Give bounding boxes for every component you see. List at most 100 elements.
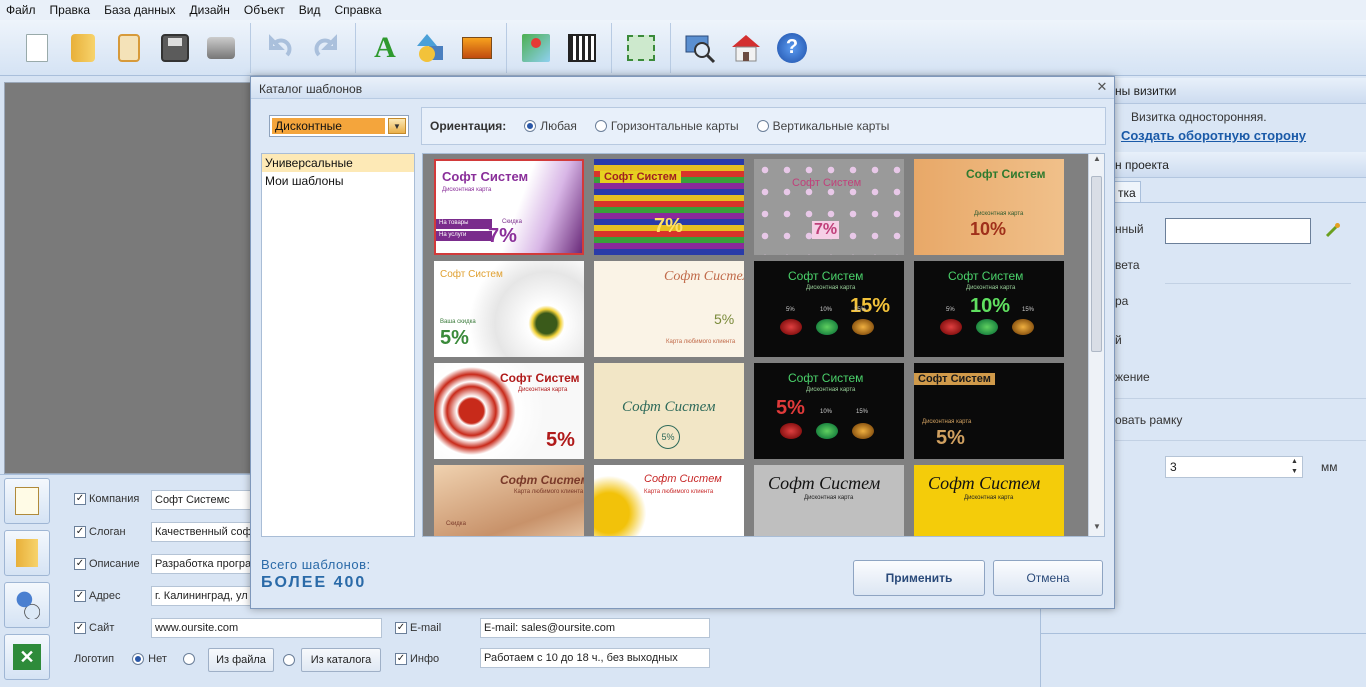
orientation-any[interactable]: Любая — [524, 119, 577, 133]
add-map-button[interactable] — [513, 26, 559, 70]
edit-data-button[interactable] — [4, 478, 50, 524]
category-select[interactable]: Дисконтные ▼ — [269, 115, 409, 137]
orientation-vertical[interactable]: Вертикальные карты — [756, 119, 889, 133]
print-button[interactable] — [198, 26, 244, 70]
menu-object[interactable]: Объект — [244, 3, 285, 17]
card-label: 15% — [854, 307, 867, 313]
card-label: 10% — [820, 307, 833, 313]
chevron-down-icon[interactable]: ▼ — [388, 118, 406, 134]
add-shape-button[interactable] — [408, 26, 454, 70]
scrollbar-thumb[interactable] — [1091, 176, 1102, 352]
gallery-scrollbar[interactable]: ▲ ▼ — [1088, 154, 1104, 536]
menu-edit[interactable]: Правка — [50, 3, 91, 17]
site-field[interactable]: www.oursite.com — [151, 618, 382, 638]
template-card[interactable]: Софт Систем Карта любимого клиента Скидк… — [434, 465, 584, 536]
menu-bar: Файл Правка База данных Дизайн Объект Ви… — [0, 0, 1366, 20]
help-button[interactable]: ? — [769, 26, 815, 70]
template-card[interactable]: Софт Систем 7% — [594, 159, 744, 255]
slogan-row: ✓ Слоган — [74, 526, 126, 538]
cancel-button[interactable]: Отмена — [993, 560, 1103, 596]
company-field[interactable]: Софт Системс — [151, 490, 253, 510]
card-title: Софт Систем — [600, 171, 681, 183]
color-swatch[interactable] — [1165, 218, 1311, 244]
template-card[interactable]: Софт Систем Дисконтная карта 15% 5% 10% … — [754, 261, 904, 357]
home-button[interactable] — [723, 26, 769, 70]
orientation-any-radio[interactable] — [524, 120, 537, 132]
from-file-button[interactable]: Из файла — [208, 648, 274, 672]
zoom-button[interactable] — [677, 26, 723, 70]
info-field[interactable]: Работаем с 10 до 18 ч., без выходных — [480, 648, 710, 668]
menu-file[interactable]: Файл — [6, 3, 36, 17]
create-back-side-link[interactable]: Создать оборотную сторону — [1121, 128, 1306, 143]
clipboard-button[interactable] — [106, 26, 152, 70]
tab-background[interactable]: тка — [1113, 181, 1141, 203]
email-checkbox[interactable]: ✓ — [395, 622, 407, 634]
open-button[interactable] — [60, 26, 106, 70]
spinner-arrows-icon[interactable]: ▲ ▼ — [1291, 457, 1301, 477]
frame-width-spinner[interactable]: 3 — [1165, 456, 1303, 478]
add-image-button[interactable] — [454, 26, 500, 70]
scroll-up-icon[interactable]: ▲ — [1089, 154, 1104, 168]
close-icon[interactable]: ✕ — [1095, 80, 1109, 94]
add-qr-button[interactable] — [559, 26, 605, 70]
tree-item-universal[interactable]: Универсальные — [262, 154, 414, 172]
add-text-button[interactable]: A — [362, 26, 408, 70]
description-field[interactable]: Разработка програ — [151, 554, 253, 574]
save-button[interactable] — [152, 26, 198, 70]
description-checkbox[interactable]: ✓ — [74, 558, 86, 570]
logo-none-radio[interactable] — [132, 653, 145, 665]
address-checkbox[interactable]: ✓ — [74, 590, 86, 602]
template-card[interactable]: Софт Систем Дисконтная карта 10% — [914, 159, 1064, 255]
company-checkbox[interactable]: ✓ — [74, 493, 86, 505]
menu-view[interactable]: Вид — [299, 3, 321, 17]
template-card[interactable]: Софт Систем 7% — [754, 159, 904, 255]
menu-design[interactable]: Дизайн — [190, 3, 230, 17]
excel-import-button[interactable]: ✕ — [4, 634, 50, 680]
menu-database[interactable]: База данных — [104, 3, 175, 17]
scroll-down-icon[interactable]: ▼ — [1089, 522, 1104, 536]
tree-item-my-templates[interactable]: Мои шаблоны — [262, 172, 414, 190]
logo-from-catalog-radio[interactable] — [283, 654, 295, 666]
template-card[interactable]: Софт Систем Карта любимого клиента — [594, 465, 744, 536]
slogan-checkbox[interactable]: ✓ — [74, 526, 86, 538]
undo-button[interactable] — [257, 26, 303, 70]
find-contact-button[interactable] — [4, 582, 50, 628]
template-card[interactable]: Софт Систем Дисконтная карта На товары Н… — [434, 159, 584, 255]
side-button-column: ✕ — [4, 478, 54, 686]
logo-from-file-radio[interactable] — [182, 653, 195, 665]
from-catalog-button[interactable]: Из каталога — [301, 648, 381, 672]
new-button[interactable] — [14, 26, 60, 70]
position-label: жение — [1115, 370, 1150, 384]
template-card[interactable]: Софт Систем Дисконтная карта 5% — [434, 363, 584, 459]
color-label: нный — [1115, 222, 1144, 236]
design-canvas[interactable] — [4, 82, 252, 474]
site-checkbox[interactable]: ✓ — [74, 622, 86, 634]
orientation-horizontal[interactable]: Горизонтальные карты — [594, 119, 739, 133]
slogan-field[interactable]: Качественный соф — [151, 522, 253, 542]
template-card[interactable]: Софт Систем Ваша скидка 5% — [434, 261, 584, 357]
site-label: Сайт — [89, 622, 115, 634]
address-field[interactable]: г. Калининград, ул — [151, 586, 253, 606]
info-checkbox[interactable]: ✓ — [395, 653, 407, 665]
eyedropper-icon[interactable] — [1325, 222, 1341, 238]
redo-button[interactable] — [303, 26, 349, 70]
card-title: Софт Систем — [664, 269, 744, 284]
template-card[interactable]: Софт Систем Дисконтная карта 5% 10% 15% — [754, 363, 904, 459]
template-card[interactable]: Софт Систем Дисконтная карта 10% 5% 15% — [914, 261, 1064, 357]
template-card[interactable]: Софт Систем 5% — [594, 363, 744, 459]
template-card[interactable]: Софт Систем Дисконтная карта — [914, 465, 1064, 536]
orientation-horizontal-radio[interactable] — [594, 120, 607, 132]
separator — [1165, 283, 1351, 284]
template-card[interactable]: Софт Систем Дисконтная карта 5% — [914, 363, 1064, 459]
contacts-button[interactable] — [4, 530, 50, 576]
menu-help[interactable]: Справка — [334, 3, 381, 17]
shapes-icon — [417, 33, 443, 62]
card-label: 15% — [1022, 307, 1035, 313]
apply-button[interactable]: Применить — [853, 560, 985, 596]
template-card[interactable]: Софт Систем 5% Карта любимого клиента — [594, 261, 744, 357]
fit-button[interactable] — [618, 26, 664, 70]
email-field[interactable]: E-mail: sales@oursite.com — [480, 618, 710, 638]
template-card[interactable]: Софт Систем Дисконтная карта — [754, 465, 904, 536]
orientation-vertical-radio[interactable] — [756, 120, 769, 132]
new-document-icon — [26, 33, 48, 62]
